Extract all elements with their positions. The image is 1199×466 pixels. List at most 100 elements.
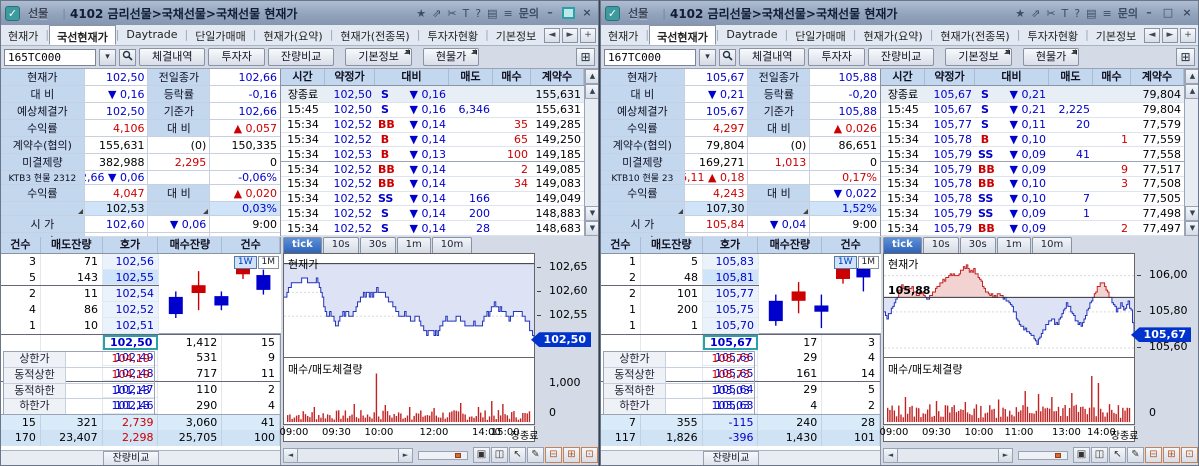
zoom-in-icon[interactable]: ⊞ xyxy=(1163,447,1180,463)
trade-row[interactable]: 15:34 102,52 BB ▼ 0,14 35 149,285 xyxy=(281,118,584,133)
trade-row[interactable]: 15:34 102,52 BB ▼ 0,14 34 149,083 xyxy=(281,177,584,192)
grid-view-icon[interactable]: ⊞ xyxy=(1176,48,1195,66)
tab-6[interactable]: 현재가(전종목) xyxy=(933,25,1016,45)
ask-price[interactable]: 102,56 xyxy=(103,254,159,270)
depth-compare-footer-button[interactable]: 잔량비교 xyxy=(103,451,159,465)
tab-7[interactable]: 투자자현황 xyxy=(1020,25,1085,45)
chart-tab-10m[interactable]: 10m xyxy=(431,237,473,253)
maximize-button[interactable] xyxy=(562,7,575,19)
trade-history-button[interactable]: 체결내역 xyxy=(139,48,206,66)
maximize-button[interactable]: □ xyxy=(1161,7,1175,20)
list-icon[interactable]: ≡ xyxy=(504,7,513,20)
chart-tab-30s[interactable]: 30s xyxy=(959,237,996,253)
current-price-row[interactable]: 105,67 17 3 xyxy=(601,334,880,350)
investor-button[interactable]: 투자자 xyxy=(808,48,865,66)
ask-price[interactable]: 105,75 xyxy=(703,302,759,318)
trade-row[interactable]: 15:34 102,52 BB ▼ 0,14 2 149,085 xyxy=(281,162,584,177)
trade-row[interactable]: 15:34 102,52 S ▼ 0,14 28 148,683 xyxy=(281,221,584,237)
search-icon[interactable] xyxy=(119,48,136,66)
chart-tab-10s[interactable]: 10s xyxy=(922,237,959,253)
combo-dropdown-button[interactable]: ▾ xyxy=(699,48,716,66)
ask-price[interactable]: 102,51 xyxy=(103,318,159,334)
trade-history-button[interactable]: 체결내역 xyxy=(739,48,806,66)
search-icon[interactable] xyxy=(719,48,736,66)
trade-row[interactable]: 15:34 105,77 S ▼ 0,11 20 77,579 xyxy=(881,118,1184,133)
chart-h-scrollbar[interactable]: ◄ ► xyxy=(283,447,413,463)
zoom-slider[interactable] xyxy=(1018,450,1068,460)
trade-row[interactable]: 15:34 105,79 BB ▼ 0,09 9 77,517 xyxy=(881,162,1184,177)
current-price-cell[interactable]: 102,50 xyxy=(102,335,159,350)
favorite-icon[interactable]: ★ xyxy=(1015,7,1025,20)
hscroll-left-button[interactable]: ◄ xyxy=(284,448,298,462)
basic-info-menu-button[interactable]: 기본정보 xyxy=(945,48,1012,66)
depth-compare-button[interactable]: 잔량비교 xyxy=(267,48,335,66)
layers-icon[interactable]: ▣ xyxy=(473,447,490,463)
range-1m-button[interactable]: 1M xyxy=(857,256,879,269)
symbol-code-input[interactable] xyxy=(4,48,96,66)
scroll-down-button[interactable]: ▼ xyxy=(585,206,598,221)
tab-4[interactable]: 단일가매매 xyxy=(188,25,253,45)
cursor-icon[interactable]: ↖ xyxy=(509,447,526,463)
trade-row[interactable]: 15:34 105,79 BB ▼ 0,09 2 77,497 xyxy=(881,221,1184,237)
chart-h-scrollbar[interactable]: ◄ ► xyxy=(883,447,1013,463)
trade-row[interactable]: 15:34 102,53 B ▼ 0,13 100 149,185 xyxy=(281,147,584,163)
link-icon[interactable]: ✂ xyxy=(447,7,456,20)
help-icon[interactable]: ? xyxy=(1074,7,1080,20)
app-check-icon[interactable]: ✓ xyxy=(605,5,620,21)
zoom-slider-handle[interactable] xyxy=(1055,452,1061,458)
tab-add-button[interactable]: + xyxy=(580,27,596,43)
grid-view-icon[interactable]: ⊞ xyxy=(576,48,595,66)
inquiry-link[interactable]: 문의 xyxy=(1118,5,1138,21)
tab-5[interactable]: 현재가(요약) xyxy=(857,25,930,45)
basic-info-menu-button[interactable]: 기본정보 xyxy=(345,48,412,66)
trade-row[interactable]: 15:34 105,78 SS ▼ 0,10 7 77,505 xyxy=(881,192,1184,207)
print-icon[interactable]: ▤ xyxy=(1086,7,1096,20)
tab-8[interactable]: 기본정보 xyxy=(489,25,543,45)
range-1m-button[interactable]: 1M xyxy=(257,256,279,269)
zoom-out-icon[interactable]: ⊟ xyxy=(545,447,562,463)
symbol-code-input[interactable] xyxy=(604,48,696,66)
zoom-in-icon[interactable]: ⊞ xyxy=(563,447,580,463)
hscroll-right-button[interactable]: ► xyxy=(398,448,412,462)
ask-price[interactable]: 105,81 xyxy=(703,270,759,285)
trade-row[interactable]: 15:34 105,78 B ▼ 0,10 1 77,559 xyxy=(881,133,1184,148)
ask-price[interactable]: 105,77 xyxy=(703,286,759,302)
trade-row[interactable]: 장종료 105,67 S ▼ 0,21 79,804 xyxy=(881,86,1184,103)
tab-3[interactable]: Daytrade xyxy=(119,25,184,45)
ask-price[interactable]: 102,55 xyxy=(103,270,159,285)
trade-table-scrollbar[interactable]: ▲ ▲ ▼ ▼ xyxy=(584,69,598,236)
spot-price-menu-button[interactable]: 현물가 xyxy=(422,48,480,66)
scroll-down-button[interactable]: ▼ xyxy=(1185,206,1198,221)
ask-price[interactable]: 102,52 xyxy=(103,302,159,318)
trade-row[interactable]: 15:34 105,78 BB ▼ 0,10 3 77,508 xyxy=(881,177,1184,192)
tab-1[interactable]: 현재가 xyxy=(1,25,45,45)
trade-row[interactable]: 15:45 105,67 S ▼ 0,21 2,225 79,804 xyxy=(881,103,1184,118)
hscroll-left-button[interactable]: ◄ xyxy=(884,448,898,462)
chart-tab-1m[interactable]: 1m xyxy=(996,237,1031,253)
chart-tab-tick[interactable]: tick xyxy=(883,237,922,253)
help-icon[interactable]: ? xyxy=(475,7,481,20)
trade-row[interactable]: 15:34 102,52 SS ▼ 0,14 166 149,049 xyxy=(281,192,584,207)
ask-price[interactable]: 105,83 xyxy=(703,254,759,270)
scroll-up-button[interactable]: ▲ xyxy=(1185,84,1198,99)
text-icon[interactable]: T xyxy=(1062,7,1069,20)
tab-scroll-right-button[interactable]: ► xyxy=(1162,27,1178,43)
trade-row[interactable]: 15:34 105,79 SS ▼ 0,09 41 77,558 xyxy=(881,147,1184,163)
tab-2[interactable]: 국선현재가 xyxy=(49,25,116,45)
depth-compare-footer-button[interactable]: 잔량비교 xyxy=(703,451,759,465)
tab-1[interactable]: 현재가 xyxy=(601,25,645,45)
tab-5[interactable]: 현재가(요약) xyxy=(257,25,330,45)
close-button[interactable]: × xyxy=(1180,7,1194,20)
trade-row[interactable]: 15:34 102,52 S ▼ 0,14 200 148,883 xyxy=(281,206,584,222)
trade-row[interactable]: 15:34 105,79 SS ▼ 0,09 1 77,498 xyxy=(881,206,1184,222)
hscroll-right-button[interactable]: ► xyxy=(998,448,1012,462)
list-icon[interactable]: ≡ xyxy=(1103,7,1112,20)
chart-tab-1m[interactable]: 1m xyxy=(396,237,431,253)
zoom-fit-icon[interactable]: ⊡ xyxy=(1181,447,1198,463)
chart-tab-30s[interactable]: 30s xyxy=(359,237,396,253)
comment-icon[interactable]: ◫ xyxy=(491,447,508,463)
scroll-up-button[interactable]: ▲ xyxy=(585,84,598,99)
tab-3[interactable]: Daytrade xyxy=(719,25,784,45)
investor-button[interactable]: 투자자 xyxy=(208,48,265,66)
print-icon[interactable]: ▤ xyxy=(487,7,497,20)
